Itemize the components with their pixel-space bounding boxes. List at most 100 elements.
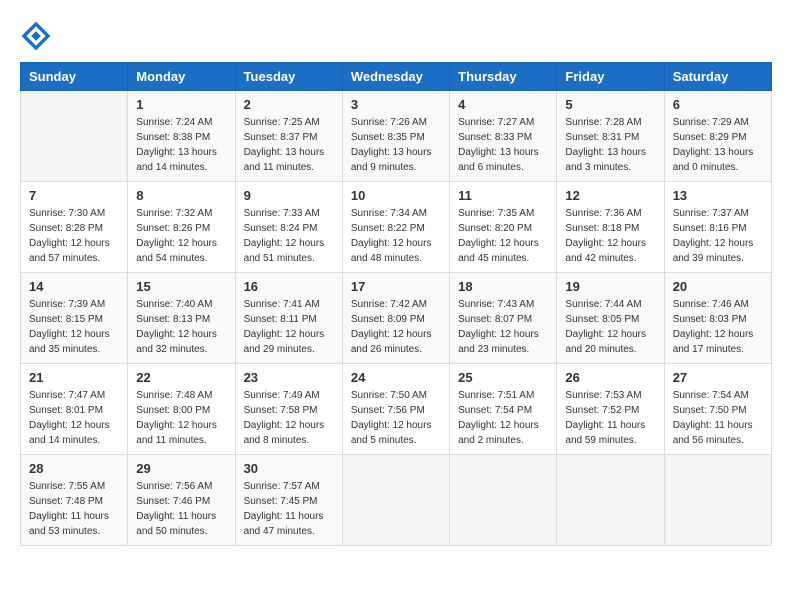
day-info: Sunrise: 7:55 AM Sunset: 7:48 PM Dayligh… [29,479,119,539]
day-info: Sunrise: 7:48 AM Sunset: 8:00 PM Dayligh… [136,388,226,448]
day-info: Sunrise: 7:39 AM Sunset: 8:15 PM Dayligh… [29,297,119,357]
calendar-cell: 22 Sunrise: 7:48 AM Sunset: 8:00 PM Dayli… [128,364,235,455]
calendar-cell: 17 Sunrise: 7:42 AM Sunset: 8:09 PM Dayli… [342,273,449,364]
day-info: Sunrise: 7:54 AM Sunset: 7:50 PM Dayligh… [673,388,763,448]
day-info: Sunrise: 7:32 AM Sunset: 8:26 PM Dayligh… [136,206,226,266]
day-info: Sunrise: 7:29 AM Sunset: 8:29 PM Dayligh… [673,115,763,175]
day-info: Sunrise: 7:36 AM Sunset: 8:18 PM Dayligh… [565,206,655,266]
calendar-cell: 8 Sunrise: 7:32 AM Sunset: 8:26 PM Daylig… [128,182,235,273]
day-info: Sunrise: 7:56 AM Sunset: 7:46 PM Dayligh… [136,479,226,539]
calendar-cell: 5 Sunrise: 7:28 AM Sunset: 8:31 PM Daylig… [557,91,664,182]
calendar-cell: 4 Sunrise: 7:27 AM Sunset: 8:33 PM Daylig… [450,91,557,182]
calendar-cell: 24Sunrise: 7:50 AM Sunset: 7:56 PM Dayli… [342,364,449,455]
calendar-cell: 30 Sunrise: 7:57 AM Sunset: 7:45 PM Dayli… [235,455,342,546]
day-number: 3 [351,97,441,112]
header-friday: Friday [557,63,664,91]
day-number: 26 [565,370,655,385]
day-number: 8 [136,188,226,203]
header-thursday: Thursday [450,63,557,91]
calendar-week-row: 21 Sunrise: 7:47 AM Sunset: 8:01 PM Dayli… [21,364,772,455]
day-number: 6 [673,97,763,112]
day-info: Sunrise: 7:43 AM Sunset: 8:07 PM Dayligh… [458,297,548,357]
calendar-cell: 11 Sunrise: 7:35 AM Sunset: 8:20 PM Dayli… [450,182,557,273]
calendar-cell [450,455,557,546]
calendar-week-row: 28 Sunrise: 7:55 AM Sunset: 7:48 PM Dayli… [21,455,772,546]
calendar-cell [557,455,664,546]
day-info: Sunrise: 7:57 AM Sunset: 7:45 PM Dayligh… [244,479,334,539]
page-header [20,20,772,52]
calendar-cell [664,455,771,546]
day-info: Sunrise: 7:28 AM Sunset: 8:31 PM Dayligh… [565,115,655,175]
day-info: Sunrise: 7:41 AM Sunset: 8:11 PM Dayligh… [244,297,334,357]
day-number: 10 [351,188,441,203]
calendar-cell [342,455,449,546]
calendar-cell: 6 Sunrise: 7:29 AM Sunset: 8:29 PM Daylig… [664,91,771,182]
day-number: 24 [351,370,441,385]
calendar-cell: 25 Sunrise: 7:51 AM Sunset: 7:54 PM Dayli… [450,364,557,455]
day-number: 14 [29,279,119,294]
day-info: Sunrise: 7:25 AM Sunset: 8:37 PM Dayligh… [244,115,334,175]
day-number: 5 [565,97,655,112]
day-info: Sunrise: 7:46 AM Sunset: 8:03 PM Dayligh… [673,297,763,357]
day-number: 18 [458,279,548,294]
calendar-cell: 13Sunrise: 7:37 AM Sunset: 8:16 PM Dayli… [664,182,771,273]
calendar-cell: 12 Sunrise: 7:36 AM Sunset: 8:18 PM Dayli… [557,182,664,273]
calendar-cell: 21 Sunrise: 7:47 AM Sunset: 8:01 PM Dayli… [21,364,128,455]
calendar-cell: 26 Sunrise: 7:53 AM Sunset: 7:52 PM Dayli… [557,364,664,455]
day-info: Sunrise: 7:49 AM Sunset: 7:58 PM Dayligh… [244,388,334,448]
logo-icon [20,20,52,52]
day-info: Sunrise: 7:44 AM Sunset: 8:05 PM Dayligh… [565,297,655,357]
day-info: Sunrise: 7:42 AM Sunset: 8:09 PM Dayligh… [351,297,441,357]
header-saturday: Saturday [664,63,771,91]
header-sunday: Sunday [21,63,128,91]
day-info: Sunrise: 7:27 AM Sunset: 8:33 PM Dayligh… [458,115,548,175]
day-number: 11 [458,188,548,203]
calendar-cell: 27 Sunrise: 7:54 AM Sunset: 7:50 PM Dayli… [664,364,771,455]
calendar-cell: 18 Sunrise: 7:43 AM Sunset: 8:07 PM Dayli… [450,273,557,364]
calendar-cell: 19 Sunrise: 7:44 AM Sunset: 8:05 PM Dayli… [557,273,664,364]
calendar-week-row: 1 Sunrise: 7:24 AM Sunset: 8:38 PM Daylig… [21,91,772,182]
day-info: Sunrise: 7:37 AM Sunset: 8:16 PM Dayligh… [673,206,763,266]
header-wednesday: Wednesday [342,63,449,91]
day-number: 15 [136,279,226,294]
calendar-header-row: SundayMondayTuesdayWednesdayThursdayFrid… [21,63,772,91]
day-number: 30 [244,461,334,476]
calendar-table: SundayMondayTuesdayWednesdayThursdayFrid… [20,62,772,546]
calendar-cell: 14 Sunrise: 7:39 AM Sunset: 8:15 PM Dayli… [21,273,128,364]
day-info: Sunrise: 7:53 AM Sunset: 7:52 PM Dayligh… [565,388,655,448]
day-info: Sunrise: 7:51 AM Sunset: 7:54 PM Dayligh… [458,388,548,448]
calendar-cell: 7Sunrise: 7:30 AM Sunset: 8:28 PM Daylig… [21,182,128,273]
day-info: Sunrise: 7:35 AM Sunset: 8:20 PM Dayligh… [458,206,548,266]
calendar-cell: 15 Sunrise: 7:40 AM Sunset: 8:13 PM Dayli… [128,273,235,364]
calendar-cell: 1 Sunrise: 7:24 AM Sunset: 8:38 PM Daylig… [128,91,235,182]
day-info: Sunrise: 7:24 AM Sunset: 8:38 PM Dayligh… [136,115,226,175]
day-info: Sunrise: 7:26 AM Sunset: 8:35 PM Dayligh… [351,115,441,175]
day-number: 27 [673,370,763,385]
day-number: 12 [565,188,655,203]
day-info: Sunrise: 7:33 AM Sunset: 8:24 PM Dayligh… [244,206,334,266]
day-number: 1 [136,97,226,112]
day-number: 25 [458,370,548,385]
day-number: 20 [673,279,763,294]
calendar-week-row: 14 Sunrise: 7:39 AM Sunset: 8:15 PM Dayli… [21,273,772,364]
calendar-cell: 23 Sunrise: 7:49 AM Sunset: 7:58 PM Dayli… [235,364,342,455]
day-number: 2 [244,97,334,112]
day-number: 28 [29,461,119,476]
calendar-cell: 28 Sunrise: 7:55 AM Sunset: 7:48 PM Dayli… [21,455,128,546]
calendar-cell: 9Sunrise: 7:33 AM Sunset: 8:24 PM Daylig… [235,182,342,273]
day-number: 7 [29,188,119,203]
calendar-cell: 20 Sunrise: 7:46 AM Sunset: 8:03 PM Dayli… [664,273,771,364]
day-info: Sunrise: 7:34 AM Sunset: 8:22 PM Dayligh… [351,206,441,266]
day-number: 19 [565,279,655,294]
calendar-cell: 3 Sunrise: 7:26 AM Sunset: 8:35 PM Daylig… [342,91,449,182]
day-number: 17 [351,279,441,294]
day-number: 21 [29,370,119,385]
day-info: Sunrise: 7:40 AM Sunset: 8:13 PM Dayligh… [136,297,226,357]
day-number: 22 [136,370,226,385]
day-number: 23 [244,370,334,385]
day-info: Sunrise: 7:47 AM Sunset: 8:01 PM Dayligh… [29,388,119,448]
day-number: 4 [458,97,548,112]
calendar-cell: 2 Sunrise: 7:25 AM Sunset: 8:37 PM Daylig… [235,91,342,182]
calendar-week-row: 7Sunrise: 7:30 AM Sunset: 8:28 PM Daylig… [21,182,772,273]
calendar-cell: 10 Sunrise: 7:34 AM Sunset: 8:22 PM Dayli… [342,182,449,273]
